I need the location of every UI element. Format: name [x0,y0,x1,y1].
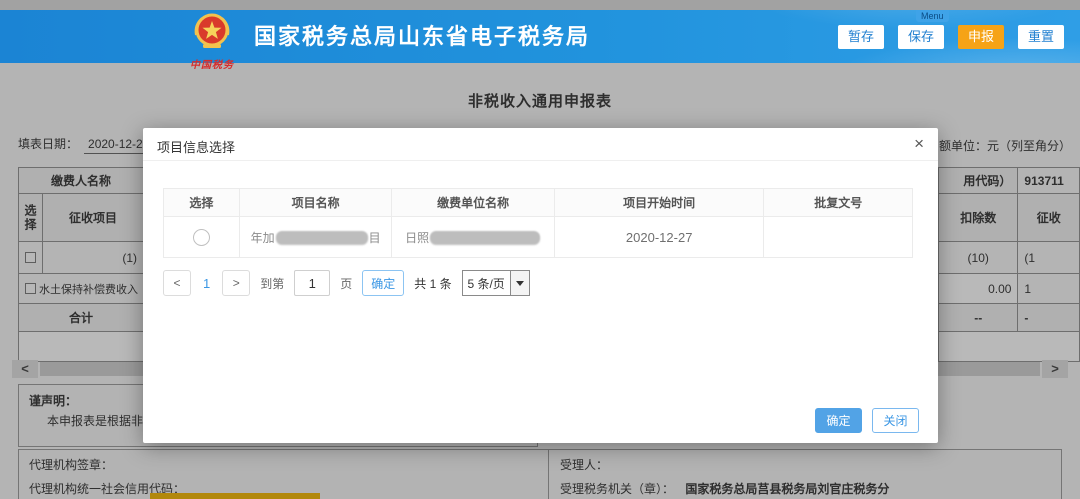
project-info-modal: 项目信息选择 × 选择 项目名称 缴费单位名称 项目开始时间 批复文号 年加 目 … [143,128,938,443]
tax-authority-value: 国家税务总局莒县税务局刘官庄税务分 [685,482,889,496]
credit-code-label: 用代码） [939,168,1018,194]
row1-checkbox[interactable] [25,252,36,263]
page-size-value: 5 条/页 [463,271,510,295]
top-strip [0,0,1080,10]
total-row-label: 合计 [19,304,144,332]
redacted-payer-unit [430,231,540,244]
levy-column-header: 征收 [1018,194,1080,242]
row2-item-cell: 水土保持补偿费收入 [39,281,138,297]
footer-divider [548,450,549,499]
scroll-left-icon[interactable]: < [12,360,38,378]
deduction-value-cell: 0.00 [939,274,1018,304]
handler-label: 受理人： [560,456,608,473]
confirm-button[interactable]: 确定 [815,408,862,433]
total-deduction-cell: -- [939,304,1018,332]
agency-seal-label: 代理机构签章： [29,456,113,473]
payer-unit-prefix: 日照 [405,229,429,246]
modal-actions: 确定 关闭 [815,408,919,433]
site-title: 国家税务总局山东省电子税务局 [254,10,590,63]
prev-page-icon[interactable]: < [163,270,191,296]
close-button[interactable]: 关闭 [872,408,919,433]
project-table-header: 选择 项目名称 缴费单位名称 项目开始时间 批复文号 [164,189,912,217]
payer-name-header: 缴费人名称 [19,168,144,194]
current-page-number[interactable]: 1 [201,276,212,291]
tax-authority-row: 受理税务机关（章）： 国家税务总局莒县税务局刘官庄税务分 [560,480,889,497]
pagination-bar: < 1 > 到第 页 确定 共 1 条 5 条/页 [163,270,530,296]
modal-title-separator [143,160,938,161]
tax-authority-label: 受理税务机关（章）： [560,482,674,496]
header-actions: 暂存 保存 申报 重置 [838,25,1064,49]
next-page-icon[interactable]: > [222,270,250,296]
temp-save-button[interactable]: 暂存 [838,25,884,49]
total-count-label: 共 1 条 [414,275,451,292]
declaration-text: 本申报表是根据非税 [47,412,155,429]
goto-page-input[interactable] [294,270,330,296]
deduction-column-header: 扣除数 [939,194,1018,242]
select-arrow-box[interactable] [510,271,529,295]
page-size-select[interactable]: 5 条/页 [462,270,530,296]
levy-item-column-header: 征收项目 [43,194,144,242]
modal-title: 项目信息选择 [157,137,235,156]
col-project-name: 项目名称 [240,189,393,216]
menu-tag[interactable]: Menu [916,10,949,22]
app-header: 中国税务 国家税务总局山东省电子税务局 Menu 暂存 保存 申报 重置 [0,10,1080,63]
fill-date-row: 填表日期：2020-12-28 [18,135,153,154]
save-button[interactable]: 保存 [898,25,944,49]
declaration-table-left: 缴费人名称 选择 征收项目 (1) 水土保持补偿费收入 合计 [18,167,144,362]
chevron-down-icon [516,281,524,286]
table-row[interactable]: 年加 目 日照 2020-12-27 [164,217,912,257]
national-emblem-logo: 中国税务 [186,11,238,71]
declaration-title: 谨声明： [29,392,77,409]
credit-code-value: 913711 [1018,168,1080,194]
declare-button[interactable]: 申报 [958,25,1004,49]
row1-item-cell: (1) [43,242,144,274]
page-title: 非税收入通用申报表 [0,90,1080,111]
form-footer: 代理机构签章： 代理机构统一社会信用代码： 受理人： 受理税务机关（章）： 国家… [18,449,1062,499]
signature-input-edge[interactable] [150,493,320,499]
goto-page-label: 到第 [260,275,284,292]
emblem-icon [190,11,234,53]
row2-checkbox[interactable] [25,283,36,294]
approval-no-cell [764,217,912,257]
total-levy-cell: - [1018,304,1080,332]
project-name-suffix: 目 [369,229,381,246]
empty-cell [939,332,1080,362]
reset-button[interactable]: 重置 [1018,25,1064,49]
close-icon[interactable]: × [914,134,924,154]
payer-unit-cell: 日照 [392,217,555,257]
project-name-prefix: 年加 [251,229,275,246]
project-name-cell: 年加 目 [240,217,393,257]
col-index-cell: (10) [939,242,1018,274]
col-select: 选择 [164,189,240,216]
project-table: 选择 项目名称 缴费单位名称 项目开始时间 批复文号 年加 目 日照 2020-1… [163,188,913,258]
page-unit-label: 页 [340,275,352,292]
declaration-table-right: 用代码） 913711 扣除数 征收 (10) (1 0.00 1 -- - [938,167,1080,362]
logo-text: 中国税务 [186,56,238,71]
amount-unit-note: 额单位：元（列至角分） [939,137,1071,154]
col-index-cell: (1 [1018,242,1080,274]
col-payer-unit: 缴费单位名称 [392,189,555,216]
empty-cell [19,332,144,362]
col-start-date: 项目开始时间 [555,189,764,216]
fill-date-label: 填表日期： [18,137,78,151]
start-date-cell: 2020-12-27 [555,217,764,257]
select-column-header: 选择 [22,204,39,232]
row-radio-button[interactable] [193,229,210,246]
col-approval-no: 批复文号 [764,189,912,216]
redacted-project-name [276,231,368,244]
levy-value-cell: 1 [1018,274,1080,304]
goto-confirm-button[interactable]: 确定 [362,270,404,296]
scroll-right-icon[interactable]: > [1042,360,1068,378]
